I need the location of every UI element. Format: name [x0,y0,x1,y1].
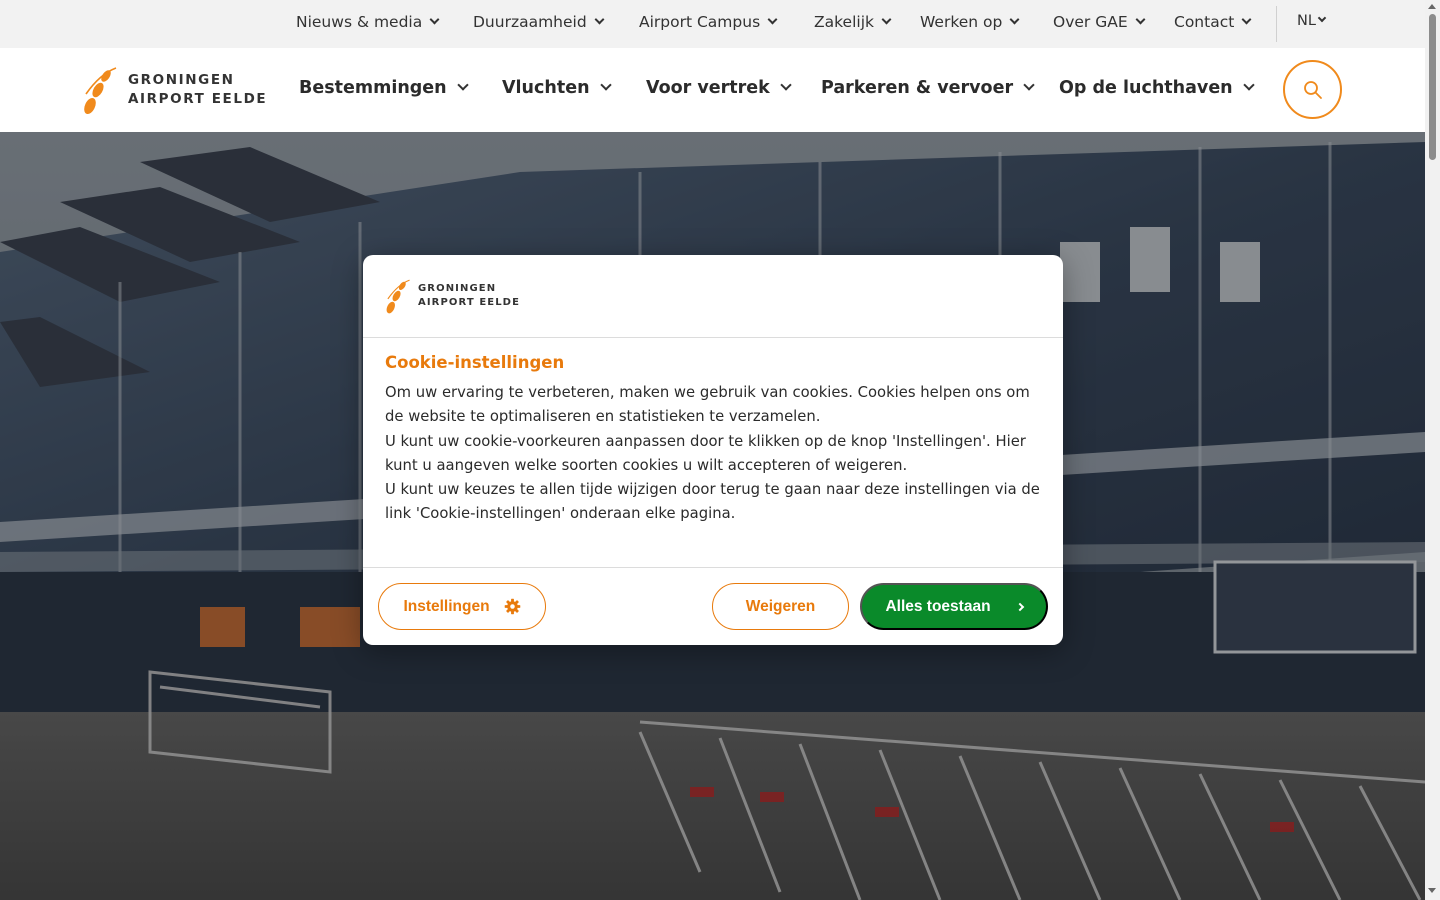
cookie-settings-button[interactable]: Instellingen [378,583,546,630]
cookie-paragraph: U kunt uw cookie-voorkeuren aanpassen do… [385,432,1026,474]
topnav-item-label: Duurzaamheid [473,13,587,31]
mainnav-item-label: Parkeren & vervoer [821,78,1014,98]
chevron-down-icon [456,79,469,91]
mainnav-item-vluchten[interactable]: Vluchten [502,78,612,98]
search-icon [1303,80,1322,99]
chevron-down-icon [594,14,605,24]
cookie-dialog-body: Om uw ervaring te verbeteren, maken we g… [385,381,1045,527]
main-header: GRONINGEN AIRPORT EELDE Bestemmingen Vlu… [0,48,1425,132]
language-label: NL [1297,13,1316,29]
chevron-down-icon [1241,14,1252,24]
topnav-item-airport-campus[interactable]: Airport Campus [639,13,778,31]
page-scrollbar[interactable] [1425,0,1440,900]
chevron-right-icon [1015,602,1024,611]
chevron-down-icon [1135,14,1146,24]
chevron-down-icon [1317,13,1327,23]
scroll-down-arrow-icon[interactable] [1428,888,1436,893]
scroll-up-arrow-icon[interactable] [1428,4,1436,9]
divider [363,567,1063,568]
topnav-item-contact[interactable]: Contact [1174,13,1252,31]
chevron-down-icon [1009,14,1020,24]
topnav-item-label: Zakelijk [814,13,874,31]
topnav-item-nieuws-media[interactable]: Nieuws & media [296,13,440,31]
mainnav-item-voor-vertrek[interactable]: Voor vertrek [646,78,792,98]
cookie-dialog-title: Cookie-instellingen [385,353,565,372]
topnav-item-label: Contact [1174,13,1235,31]
cookie-paragraph: U kunt uw keuzes te allen tijde wijzigen… [385,481,1040,523]
chevron-down-icon [780,79,792,91]
cookie-settings-label: Instellingen [403,597,490,615]
scroll-thumb[interactable] [1429,14,1436,160]
chevron-down-icon [1242,79,1255,91]
cookie-decline-button[interactable]: Weigeren [712,583,849,630]
cookie-dialog: GRONINGEN AIRPORT EELDE Cookie-instellin… [363,255,1063,645]
mainnav-item-label: Vluchten [502,78,590,98]
cookie-dialog-header: GRONINGEN AIRPORT EELDE [363,255,1063,338]
chevron-down-icon [1023,79,1035,91]
logo-line-2: AIRPORT EELDE [128,91,268,107]
chevron-down-icon [599,79,612,91]
logo-mark-icon [84,67,117,114]
search-button[interactable] [1283,60,1342,119]
gear-icon [504,598,520,615]
logo-line-2: AIRPORT EELDE [418,297,521,308]
cookie-accept-label: Alles toestaan [885,597,991,615]
mainnav-item-label: Voor vertrek [646,78,770,98]
language-switcher[interactable]: NL [1297,13,1327,29]
topnav-item-duurzaamheid[interactable]: Duurzaamheid [473,13,605,31]
utility-bar: Nieuws & media Duurzaamheid Airport Camp… [0,0,1425,48]
topnav-item-werken-op[interactable]: Werken op [920,13,1020,31]
topnav-item-over-gae[interactable]: Over GAE [1053,13,1146,31]
cookie-paragraph: Om uw ervaring te verbeteren, maken we g… [385,384,1030,426]
cookie-accept-all-button[interactable]: Alles toestaan [860,583,1048,630]
topnav-item-label: Airport Campus [639,13,761,31]
mainnav-item-op-de-luchthaven[interactable]: Op de luchthaven [1059,78,1255,98]
mainnav-item-label: Op de luchthaven [1059,78,1233,98]
chevron-down-icon [881,14,892,24]
chevron-down-icon [429,14,440,24]
logo-mark-icon [386,279,410,314]
dialog-logo: GRONINGEN AIRPORT EELDE [385,277,520,315]
topnav-item-label: Werken op [920,13,1003,31]
topnav-item-label: Over GAE [1053,13,1128,31]
divider [1276,6,1277,42]
chevron-down-icon [767,14,778,24]
mainnav-item-label: Bestemmingen [299,78,447,98]
cookie-decline-label: Weigeren [745,597,816,615]
site-logo[interactable]: GRONINGEN AIRPORT EELDE [82,64,266,116]
logo-line-1: GRONINGEN [128,72,235,88]
mainnav-item-bestemmingen[interactable]: Bestemmingen [299,78,469,98]
topnav-item-label: Nieuws & media [296,13,423,31]
topnav-item-zakelijk[interactable]: Zakelijk [814,13,892,31]
logo-line-1: GRONINGEN [418,283,497,294]
mainnav-item-parkeren-vervoer[interactable]: Parkeren & vervoer [821,78,1035,98]
